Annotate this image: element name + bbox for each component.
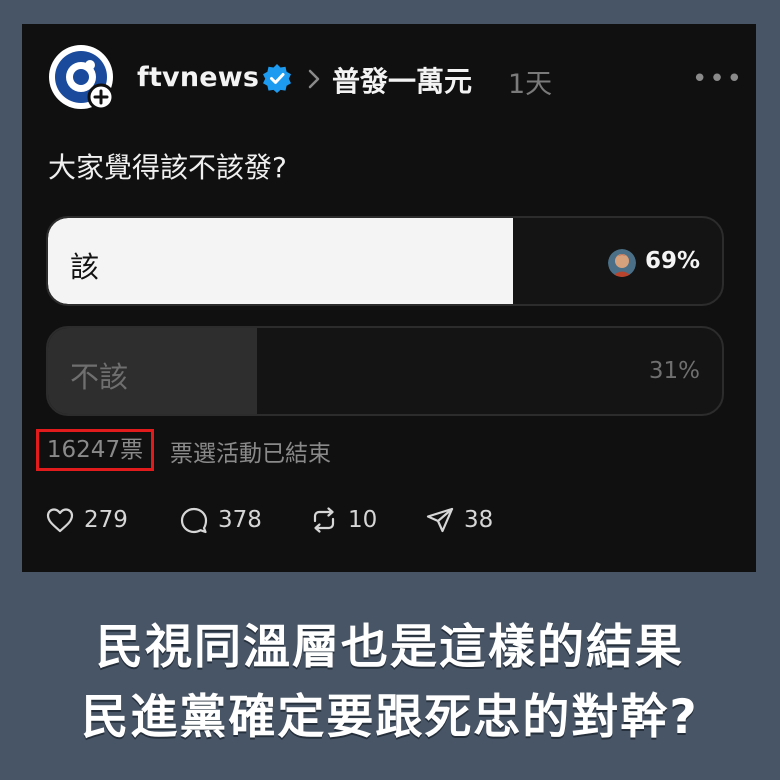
poll-option-yes-percent: 69% xyxy=(644,248,700,274)
share-button[interactable]: 38 xyxy=(424,500,493,540)
comment-button[interactable]: 378 xyxy=(178,500,262,540)
repost-icon xyxy=(313,507,335,533)
comment-icon xyxy=(180,507,208,534)
post-time: 1天 xyxy=(508,69,553,100)
like-count: 279 xyxy=(84,507,128,533)
headline-line-1: 民視同溫層也是這樣的結果 xyxy=(96,620,684,675)
more-options-icon[interactable]: ••• xyxy=(692,64,744,94)
poll-option-no[interactable]: 不該 31% xyxy=(46,326,724,416)
threads-post-card: ftvnews 普發一萬元 1天 ••• 大家覺得該不該發? 該 69% 不該 xyxy=(22,24,756,572)
poll-question: 大家覺得該不該發? xyxy=(48,151,287,184)
account-name[interactable]: ftvnews xyxy=(137,62,259,93)
like-button[interactable]: 279 xyxy=(44,500,128,540)
repost-count: 10 xyxy=(348,507,378,533)
vote-count: 16247票 xyxy=(36,429,154,471)
repost-button[interactable]: 10 xyxy=(308,500,377,540)
chevron-right-icon xyxy=(306,68,322,90)
poll-option-no-percent: 31% xyxy=(648,358,700,384)
verified-badge-icon xyxy=(262,63,292,93)
poll-option-yes-label: 該 xyxy=(70,250,100,284)
poll-status: 票選活動已結束 xyxy=(170,441,331,467)
topic-tag[interactable]: 普發一萬元 xyxy=(332,60,472,100)
poll-option-yes[interactable]: 該 69% xyxy=(46,216,724,306)
poll-option-yes-fill xyxy=(48,218,514,304)
voter-avatar xyxy=(608,249,636,277)
share-count: 38 xyxy=(464,507,494,533)
ftvnews-avatar[interactable] xyxy=(48,44,115,111)
poll-option-no-label: 不該 xyxy=(70,360,129,394)
send-icon xyxy=(426,507,454,533)
comment-count: 378 xyxy=(218,507,262,533)
headline-line-2: 民進黨確定要跟死忠的對幹? xyxy=(81,690,699,745)
heart-icon xyxy=(46,508,74,533)
